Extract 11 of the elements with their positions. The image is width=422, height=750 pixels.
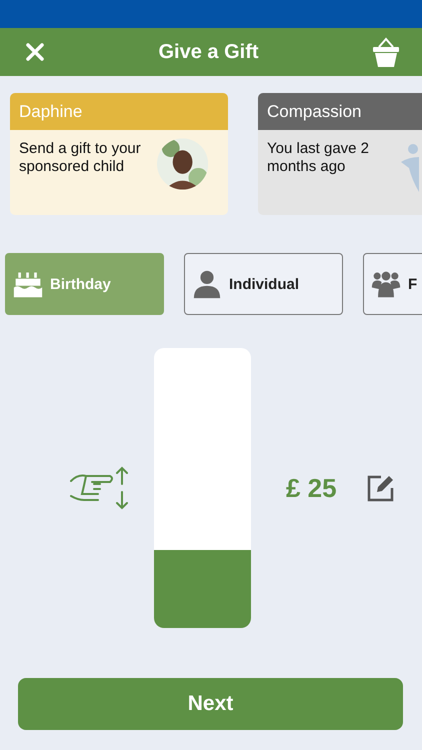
card-text: Send a gift to your sponsored child	[19, 140, 142, 176]
page-title: Give a Gift	[158, 40, 259, 64]
next-button[interactable]: Next	[18, 678, 403, 730]
gift-type-tab[interactable]: Individual	[184, 253, 343, 315]
sponsor-card[interactable]: Daphine Send a gift to your sponsored child	[10, 93, 228, 215]
card-title: Compassion	[267, 102, 362, 122]
card-title: Daphine	[19, 102, 82, 122]
sponsor-card[interactable]: Compassion You last gave 2 months ago	[258, 93, 422, 215]
amount-value: £ 25	[286, 472, 337, 504]
gift-type-tab[interactable]: F	[363, 253, 422, 315]
card-text: You last gave 2 months ago	[267, 140, 370, 176]
